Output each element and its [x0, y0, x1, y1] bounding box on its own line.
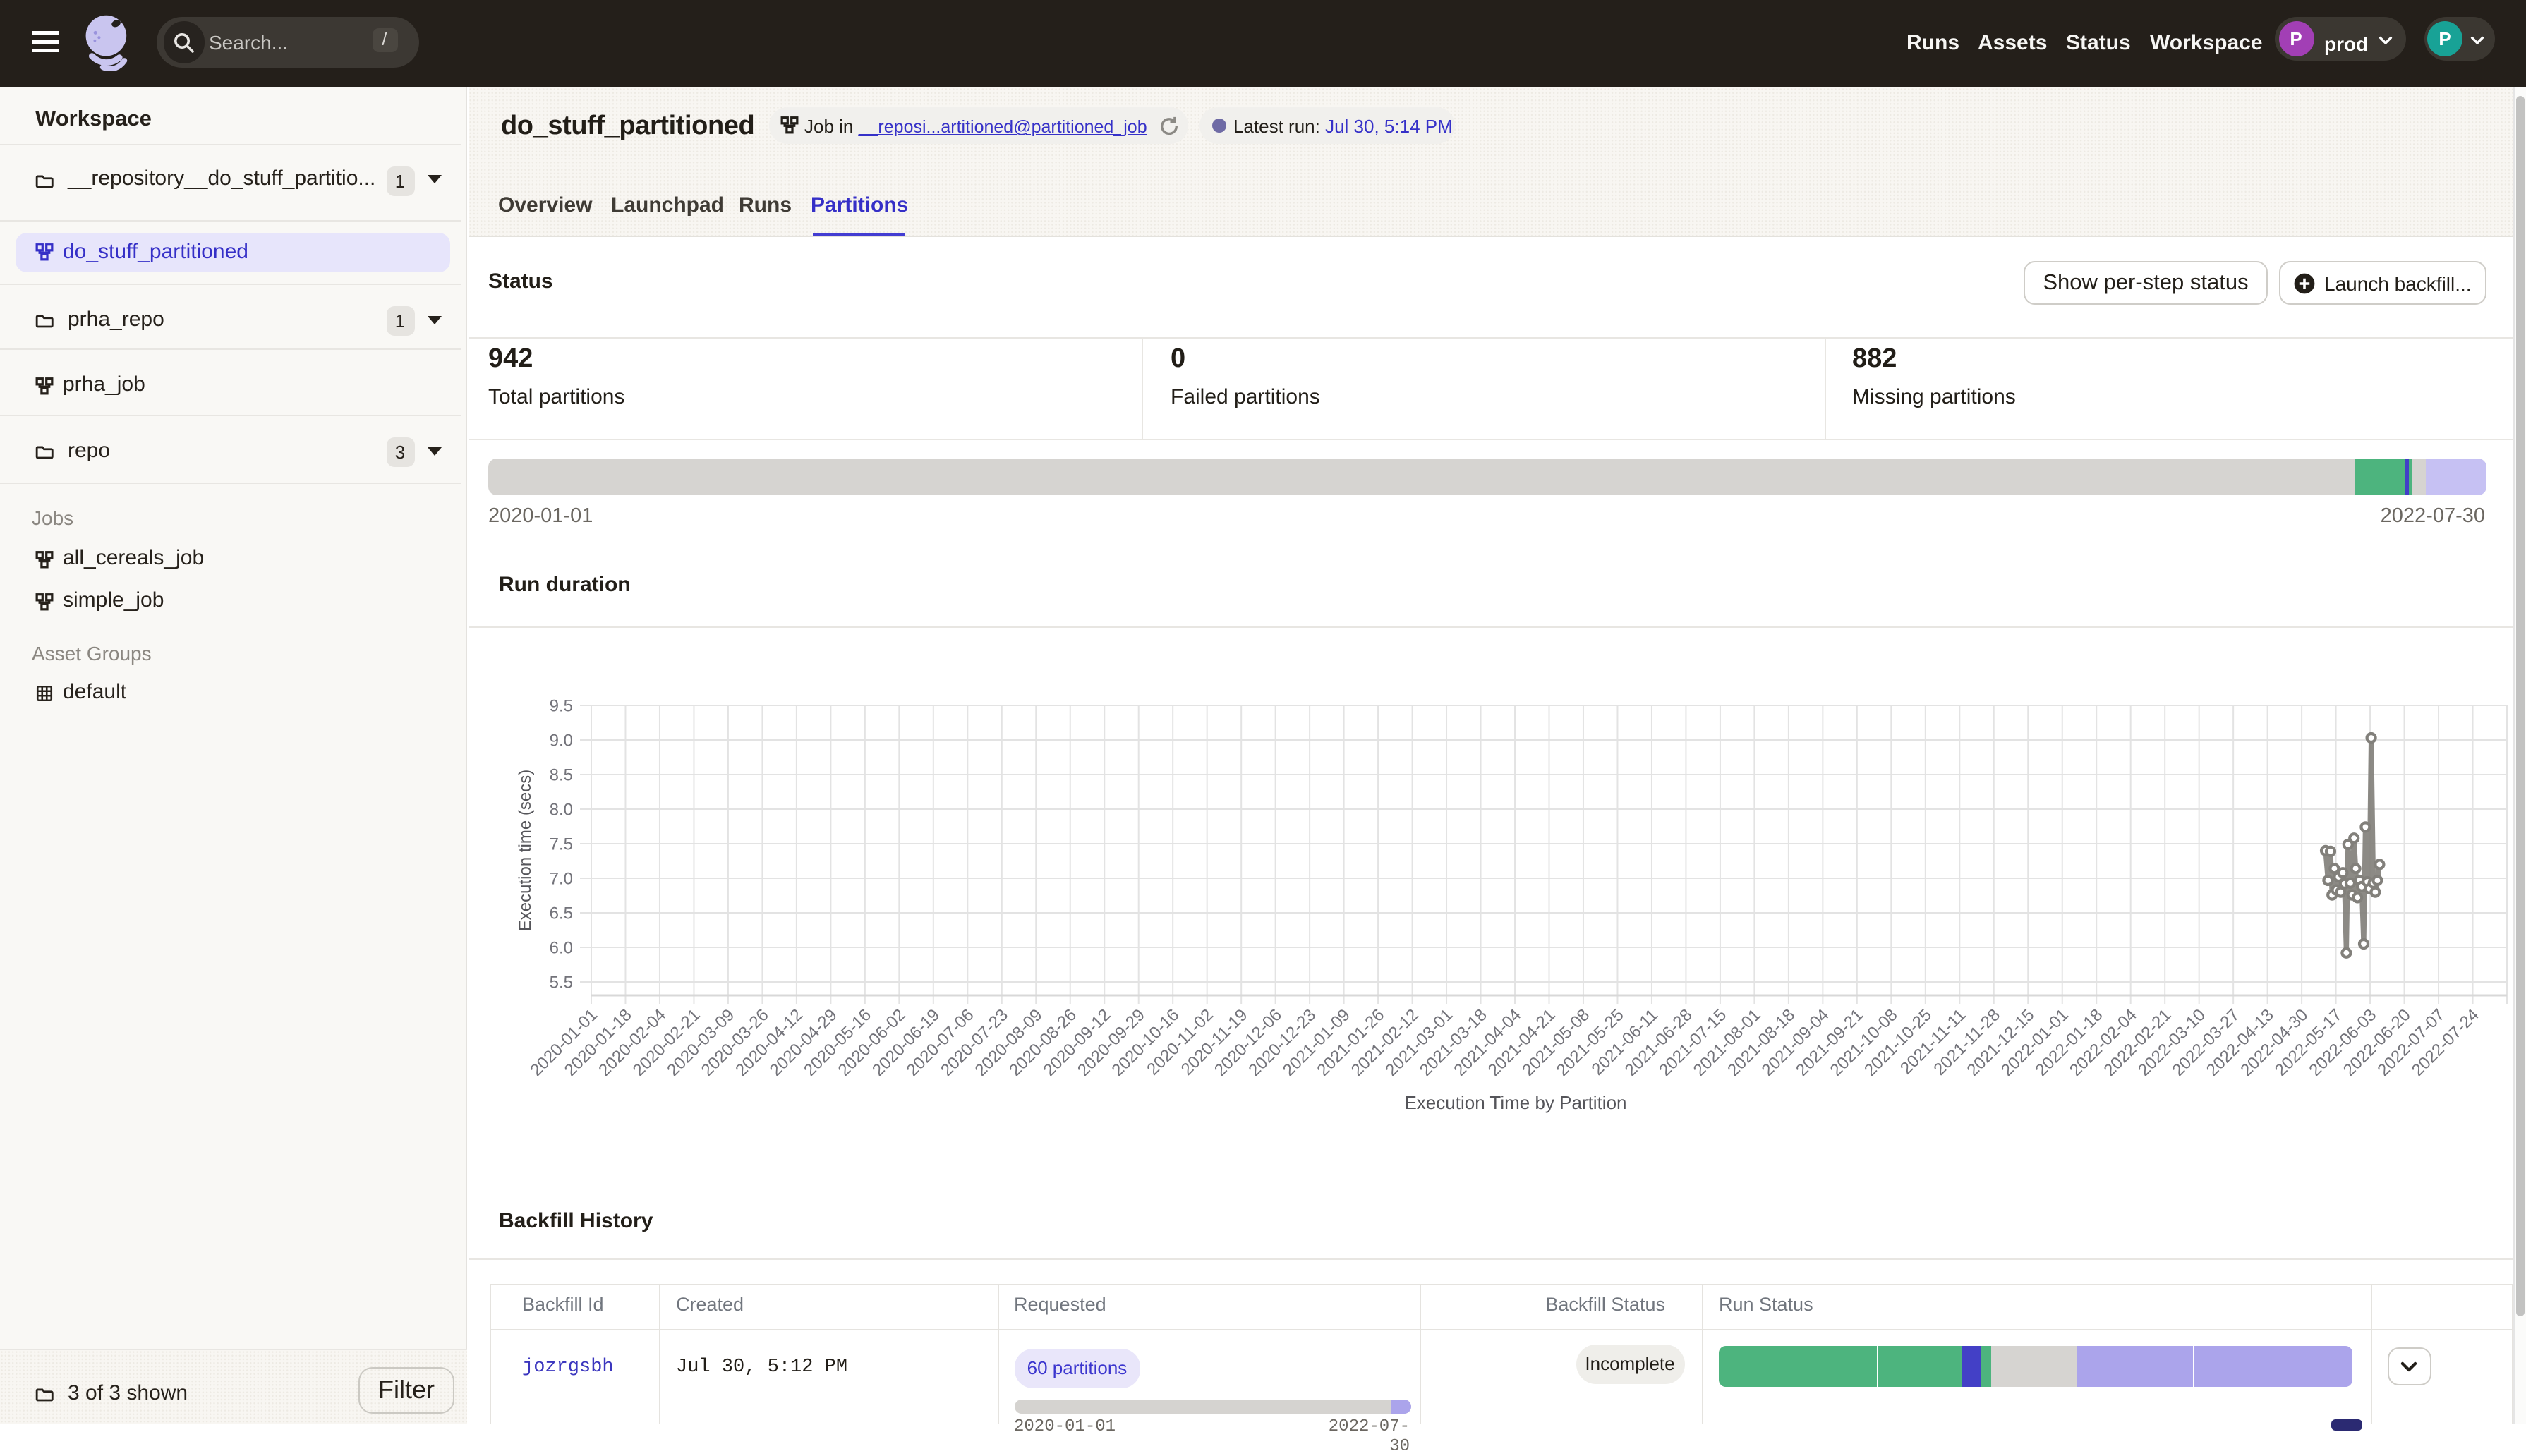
- svg-text:7.0: 7.0: [550, 869, 573, 888]
- svg-text:5.5: 5.5: [550, 973, 573, 992]
- svg-text:9.5: 9.5: [550, 696, 573, 715]
- svg-text:9.0: 9.0: [550, 731, 573, 750]
- svg-text:6.5: 6.5: [550, 904, 573, 923]
- svg-text:8.5: 8.5: [550, 765, 573, 784]
- svg-text:8.0: 8.0: [550, 800, 573, 819]
- svg-text:Execution Time by Partition: Execution Time by Partition: [1404, 1092, 1626, 1113]
- svg-text:6.0: 6.0: [550, 938, 573, 957]
- svg-text:7.5: 7.5: [550, 835, 573, 854]
- svg-text:Execution time (secs): Execution time (secs): [516, 770, 535, 931]
